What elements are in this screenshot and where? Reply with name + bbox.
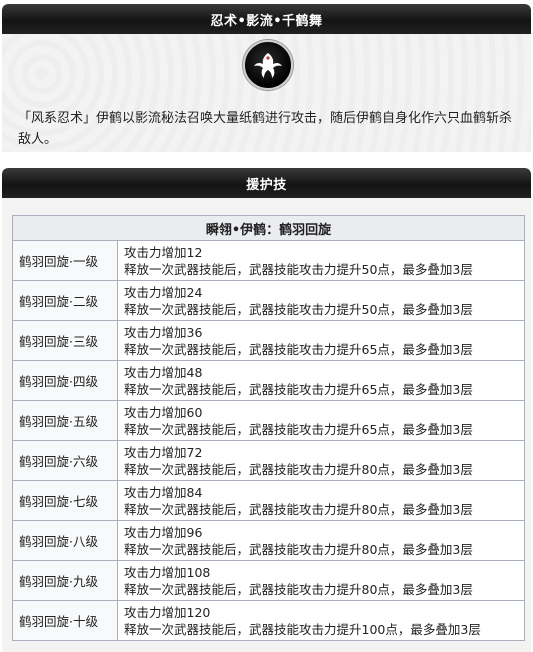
level-effect: 攻击力增加48 释放一次武器技能后，武器技能攻击力提升65点，最多叠加3层: [117, 360, 525, 401]
effect-line-2: 释放一次武器技能后，武器技能攻击力提升100点，最多叠加3层: [124, 621, 481, 637]
level-effect: 攻击力增加60 释放一次武器技能后，武器技能攻击力提升65点，最多叠加3层: [117, 400, 525, 441]
ninjutsu-panel: 忍术•影流•千鹤舞 「风系忍术」伊鹤以影流秘法召唤大量纸鹤进行攻击，随后伊鹤自身…: [2, 4, 531, 152]
effect-line-1: 攻击力增加84: [124, 484, 203, 500]
effect-line-2: 释放一次武器技能后，武器技能攻击力提升65点，最多叠加3层: [124, 421, 473, 437]
effect-line-2: 释放一次武器技能后，武器技能攻击力提升80点，最多叠加3层: [124, 541, 473, 557]
ninjutsu-title: 忍术•影流•千鹤舞: [2, 4, 531, 34]
table-title: 瞬翎•伊鹤：鹤羽回旋: [12, 215, 525, 241]
table-row: 鹤羽回旋·八级 攻击力增加96 释放一次武器技能后，武器技能攻击力提升80点，最多…: [12, 520, 525, 561]
effect-line-1: 攻击力增加24: [124, 284, 203, 300]
table-row: 鹤羽回旋·四级 攻击力增加48 释放一次武器技能后，武器技能攻击力提升65点，最多…: [12, 360, 525, 401]
effect-line-1: 攻击力增加36: [124, 324, 203, 340]
effect-line-2: 释放一次武器技能后，武器技能攻击力提升50点，最多叠加3层: [124, 301, 473, 317]
effect-line-1: 攻击力增加108: [124, 564, 211, 580]
support-title: 援护技: [2, 168, 531, 198]
level-name: 鹤羽回旋·七级: [12, 480, 118, 521]
level-name: 鹤羽回旋·八级: [12, 520, 118, 561]
level-effect: 攻击力增加72 释放一次武器技能后，武器技能攻击力提升80点，最多叠加3层: [117, 440, 525, 481]
effect-line-1: 攻击力增加48: [124, 364, 203, 380]
level-effect: 攻击力增加12 释放一次武器技能后，武器技能攻击力提升50点，最多叠加3层: [117, 240, 525, 281]
table-row: 鹤羽回旋·一级 攻击力增加12 释放一次武器技能后，武器技能攻击力提升50点，最多…: [12, 240, 525, 281]
support-skill-table: 瞬翎•伊鹤：鹤羽回旋 鹤羽回旋·一级 攻击力增加12 释放一次武器技能后，武器技能…: [12, 215, 525, 641]
level-name: 鹤羽回旋·二级: [12, 280, 118, 321]
support-panel: 援护技 瞬翎•伊鹤：鹤羽回旋 鹤羽回旋·一级 攻击力增加12 释放一次武器技能后，…: [2, 168, 531, 652]
table-row: 鹤羽回旋·九级 攻击力增加108 释放一次武器技能后，武器技能攻击力提升80点，最…: [12, 560, 525, 601]
level-name: 鹤羽回旋·五级: [12, 400, 118, 441]
level-effect: 攻击力增加120 释放一次武器技能后，武器技能攻击力提升100点，最多叠加3层: [117, 600, 525, 641]
level-effect: 攻击力增加84 释放一次武器技能后，武器技能攻击力提升80点，最多叠加3层: [117, 480, 525, 521]
level-name: 鹤羽回旋·三级: [12, 320, 118, 361]
level-effect: 攻击力增加108 释放一次武器技能后，武器技能攻击力提升80点，最多叠加3层: [117, 560, 525, 601]
level-name: 鹤羽回旋·六级: [12, 440, 118, 481]
level-name: 鹤羽回旋·四级: [12, 360, 118, 401]
effect-line-1: 攻击力增加72: [124, 444, 203, 460]
table-row: 鹤羽回旋·三级 攻击力增加36 释放一次武器技能后，武器技能攻击力提升65点，最多…: [12, 320, 525, 361]
effect-line-1: 攻击力增加60: [124, 404, 203, 420]
emblem: [243, 40, 293, 90]
table-row: 鹤羽回旋·十级 攻击力增加120 释放一次武器技能后，武器技能攻击力提升100点，…: [12, 600, 525, 641]
ninjutsu-description: 「风系忍术」伊鹤以影流秘法召唤大量纸鹤进行攻击，随后伊鹤自身化作六只血鹤斩杀敌人…: [18, 111, 513, 147]
effect-line-2: 释放一次武器技能后，武器技能攻击力提升80点，最多叠加3层: [124, 581, 473, 597]
table-title-row: 瞬翎•伊鹤：鹤羽回旋: [12, 215, 525, 241]
crane-emblem-icon: [243, 40, 293, 90]
level-effect: 攻击力增加24 释放一次武器技能后，武器技能攻击力提升50点，最多叠加3层: [117, 280, 525, 321]
effect-line-1: 攻击力增加120: [124, 604, 211, 620]
level-effect: 攻击力增加96 释放一次武器技能后，武器技能攻击力提升80点，最多叠加3层: [117, 520, 525, 561]
effect-line-2: 释放一次武器技能后，武器技能攻击力提升65点，最多叠加3层: [124, 381, 473, 397]
level-name: 鹤羽回旋·十级: [12, 600, 118, 641]
effect-line-2: 释放一次武器技能后，武器技能攻击力提升50点，最多叠加3层: [124, 261, 473, 277]
level-effect: 攻击力增加36 释放一次武器技能后，武器技能攻击力提升65点，最多叠加3层: [117, 320, 525, 361]
effect-line-1: 攻击力增加12: [124, 244, 203, 260]
level-name: 鹤羽回旋·九级: [12, 560, 118, 601]
effect-line-2: 释放一次武器技能后，武器技能攻击力提升65点，最多叠加3层: [124, 341, 473, 357]
effect-line-2: 释放一次武器技能后，武器技能攻击力提升80点，最多叠加3层: [124, 461, 473, 477]
effect-line-1: 攻击力增加96: [124, 524, 203, 540]
level-name: 鹤羽回旋·一级: [12, 240, 118, 281]
table-row: 鹤羽回旋·六级 攻击力增加72 释放一次武器技能后，武器技能攻击力提升80点，最多…: [12, 440, 525, 481]
table-row: 鹤羽回旋·七级 攻击力增加84 释放一次武器技能后，武器技能攻击力提升80点，最多…: [12, 480, 525, 521]
effect-line-2: 释放一次武器技能后，武器技能攻击力提升80点，最多叠加3层: [124, 501, 473, 517]
table-row: 鹤羽回旋·五级 攻击力增加60 释放一次武器技能后，武器技能攻击力提升65点，最多…: [12, 400, 525, 441]
table-row: 鹤羽回旋·二级 攻击力增加24 释放一次武器技能后，武器技能攻击力提升50点，最多…: [12, 280, 525, 321]
